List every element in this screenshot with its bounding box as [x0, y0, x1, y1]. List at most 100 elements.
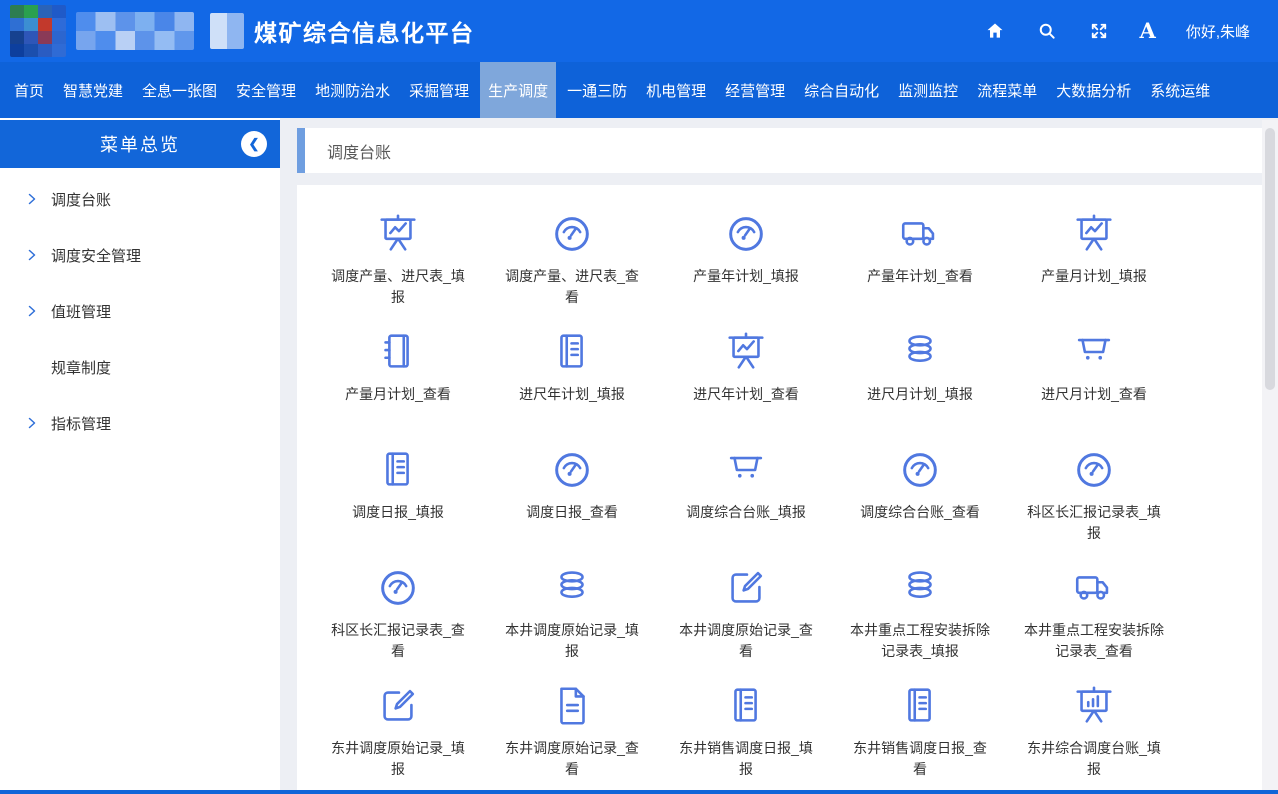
nav-tab[interactable]: 系统运维 — [1142, 62, 1218, 118]
app-tile[interactable]: 东井调度原始记录_查看 — [485, 683, 659, 794]
nav-tab[interactable]: 生产调度 — [480, 62, 556, 118]
sidebar-item[interactable]: 指标管理 — [0, 395, 280, 451]
sidebar-item-label: 调度台账 — [51, 189, 111, 210]
truck-icon — [1071, 565, 1117, 611]
sidebar-item[interactable]: 调度台账 — [0, 171, 280, 227]
truck-icon — [897, 211, 943, 257]
user-greeting[interactable]: 你好,朱峰 — [1186, 21, 1250, 42]
nav-tab[interactable]: 经营管理 — [717, 62, 793, 118]
notebook-lines-icon — [723, 683, 769, 729]
presentation-line-icon — [723, 329, 769, 375]
app-tile[interactable]: 科区长汇报记录表_查看 — [311, 565, 485, 683]
app-tile[interactable]: 产量年计划_填报 — [659, 211, 833, 329]
app-tile[interactable]: 调度产量、进尺表_查看 — [485, 211, 659, 329]
font-size-icon[interactable]: A — [1140, 20, 1156, 42]
breadcrumb-accent — [297, 128, 305, 173]
app-tile[interactable]: 调度综合台账_填报 — [659, 447, 833, 565]
home-icon[interactable] — [984, 20, 1006, 42]
sidebar-item[interactable]: 规章制度 — [0, 339, 280, 395]
sidebar-header: 菜单总览 ❮ — [0, 120, 280, 168]
presentation-line-icon — [1071, 211, 1117, 257]
sidebar-item[interactable]: 调度安全管理 — [0, 227, 280, 283]
tile-label: 东井销售调度日报_查看 — [847, 738, 993, 780]
app-tile[interactable]: 本井调度原始记录_填报 — [485, 565, 659, 683]
chevron-right-icon — [26, 305, 38, 317]
nav-tab[interactable]: 首页 — [6, 62, 52, 118]
gauge-icon — [1071, 447, 1117, 493]
app-tile[interactable]: 调度日报_查看 — [485, 447, 659, 565]
nav-tab[interactable]: 地测防治水 — [307, 62, 398, 118]
nav-tab[interactable]: 全息一张图 — [134, 62, 225, 118]
search-icon[interactable] — [1036, 20, 1058, 42]
app-tile[interactable]: 产量年计划_查看 — [833, 211, 1007, 329]
notebook-lines-icon — [897, 683, 943, 729]
tile-label: 产量年计划_填报 — [693, 266, 799, 287]
nav-tab[interactable]: 安全管理 — [228, 62, 304, 118]
app-tile[interactable]: 进尺月计划_查看 — [1007, 329, 1181, 447]
header-actions: A 你好,朱峰 — [984, 20, 1250, 42]
tile-label: 本井重点工程安装拆除记录表_查看 — [1021, 620, 1167, 662]
tile-label: 进尺月计划_填报 — [867, 384, 973, 405]
tile-label: 调度日报_查看 — [526, 502, 618, 523]
content-panel: 调度产量、进尺表_填报调度产量、进尺表_查看产量年计划_填报产量年计划_查看产量… — [297, 185, 1262, 794]
nav-tab[interactable]: 大数据分析 — [1048, 62, 1139, 118]
app-tile[interactable]: 东井销售调度日报_填报 — [659, 683, 833, 794]
nav-tab[interactable]: 智慧党建 — [55, 62, 131, 118]
nav-tab-list: 首页智慧党建全息一张图安全管理地测防治水采掘管理生产调度一通三防机电管理经营管理… — [0, 62, 1221, 118]
nav-tab[interactable]: 监测监控 — [890, 62, 966, 118]
tile-label: 进尺月计划_查看 — [1041, 384, 1147, 405]
app-tile[interactable]: 本井调度原始记录_查看 — [659, 565, 833, 683]
gauge-icon — [723, 211, 769, 257]
app-tile[interactable]: 本井重点工程安装拆除记录表_填报 — [833, 565, 1007, 683]
nav-tab[interactable]: 机电管理 — [638, 62, 714, 118]
sidebar-item-label: 调度安全管理 — [51, 245, 141, 266]
nav-tab[interactable]: 流程菜单 — [969, 62, 1045, 118]
app-tile[interactable]: 调度日报_填报 — [311, 447, 485, 565]
breadcrumb: 调度台账 — [297, 128, 1262, 173]
sidebar-item[interactable]: 值班管理 — [0, 283, 280, 339]
sidebar: 菜单总览 ❮ 调度台账调度安全管理值班管理规章制度指标管理 — [0, 118, 280, 794]
tile-label: 科区长汇报记录表_查看 — [325, 620, 471, 662]
presentation-bars-icon — [1071, 683, 1117, 729]
top-header: 煤矿综合信息化平台 A 你好,朱峰 — [0, 0, 1278, 62]
app-tile[interactable]: 产量月计划_查看 — [311, 329, 485, 447]
app-body: 菜单总览 ❮ 调度台账调度安全管理值班管理规章制度指标管理 调度台账 调度产量、… — [0, 118, 1278, 794]
fullscreen-icon[interactable] — [1088, 20, 1110, 42]
app-tile[interactable]: 调度产量、进尺表_填报 — [311, 211, 485, 329]
scrollbar-thumb[interactable] — [1265, 128, 1275, 390]
nav-tab[interactable]: 一通三防 — [559, 62, 635, 118]
app-tile[interactable]: 进尺月计划_填报 — [833, 329, 1007, 447]
gauge-icon — [549, 447, 595, 493]
nav-tab[interactable]: 综合自动化 — [796, 62, 887, 118]
tile-label: 本井重点工程安装拆除记录表_填报 — [847, 620, 993, 662]
edit-icon — [375, 683, 421, 729]
tile-label: 东井调度原始记录_填报 — [325, 738, 471, 780]
cart-icon — [1071, 329, 1117, 375]
app-tile[interactable]: 东井调度原始记录_填报 — [311, 683, 485, 794]
app-tile[interactable]: 进尺年计划_查看 — [659, 329, 833, 447]
app-tile[interactable]: 东井综合调度台账_填报 — [1007, 683, 1181, 794]
app-tile[interactable]: 进尺年计划_填报 — [485, 329, 659, 447]
sidebar-item-label: 指标管理 — [51, 413, 111, 434]
sidebar-title: 菜单总览 — [100, 131, 180, 157]
tile-label: 东井调度原始记录_查看 — [499, 738, 645, 780]
tile-label: 调度产量、进尺表_填报 — [325, 266, 471, 308]
notebook-spiral-icon — [375, 329, 421, 375]
app-tile[interactable]: 产量月计划_填报 — [1007, 211, 1181, 329]
logo-redacted-text-2 — [210, 13, 244, 49]
sidebar-menu: 调度台账调度安全管理值班管理规章制度指标管理 — [0, 168, 280, 451]
tile-label: 产量年计划_查看 — [867, 266, 973, 287]
document-icon — [549, 683, 595, 729]
app-tile[interactable]: 调度综合台账_查看 — [833, 447, 1007, 565]
gauge-icon — [549, 211, 595, 257]
scrollbar[interactable] — [1262, 120, 1278, 794]
breadcrumb-label: 调度台账 — [327, 139, 391, 163]
nav-tab[interactable]: 采掘管理 — [401, 62, 477, 118]
app-tile[interactable]: 东井销售调度日报_查看 — [833, 683, 1007, 794]
app-window: 煤矿综合信息化平台 A 你好,朱峰 首页智慧党建全息一张图安全管理地测防治水采掘 — [0, 0, 1278, 794]
collapse-sidebar-button[interactable]: ❮ — [241, 131, 267, 157]
main-content: 调度台账 调度产量、进尺表_填报调度产量、进尺表_查看 产量年计划_填报 产量年计划… — [280, 118, 1278, 794]
tile-label: 产量月计划_查看 — [345, 384, 451, 405]
app-tile[interactable]: 本井重点工程安装拆除记录表_查看 — [1007, 565, 1181, 683]
app-tile[interactable]: 科区长汇报记录表_填报 — [1007, 447, 1181, 565]
